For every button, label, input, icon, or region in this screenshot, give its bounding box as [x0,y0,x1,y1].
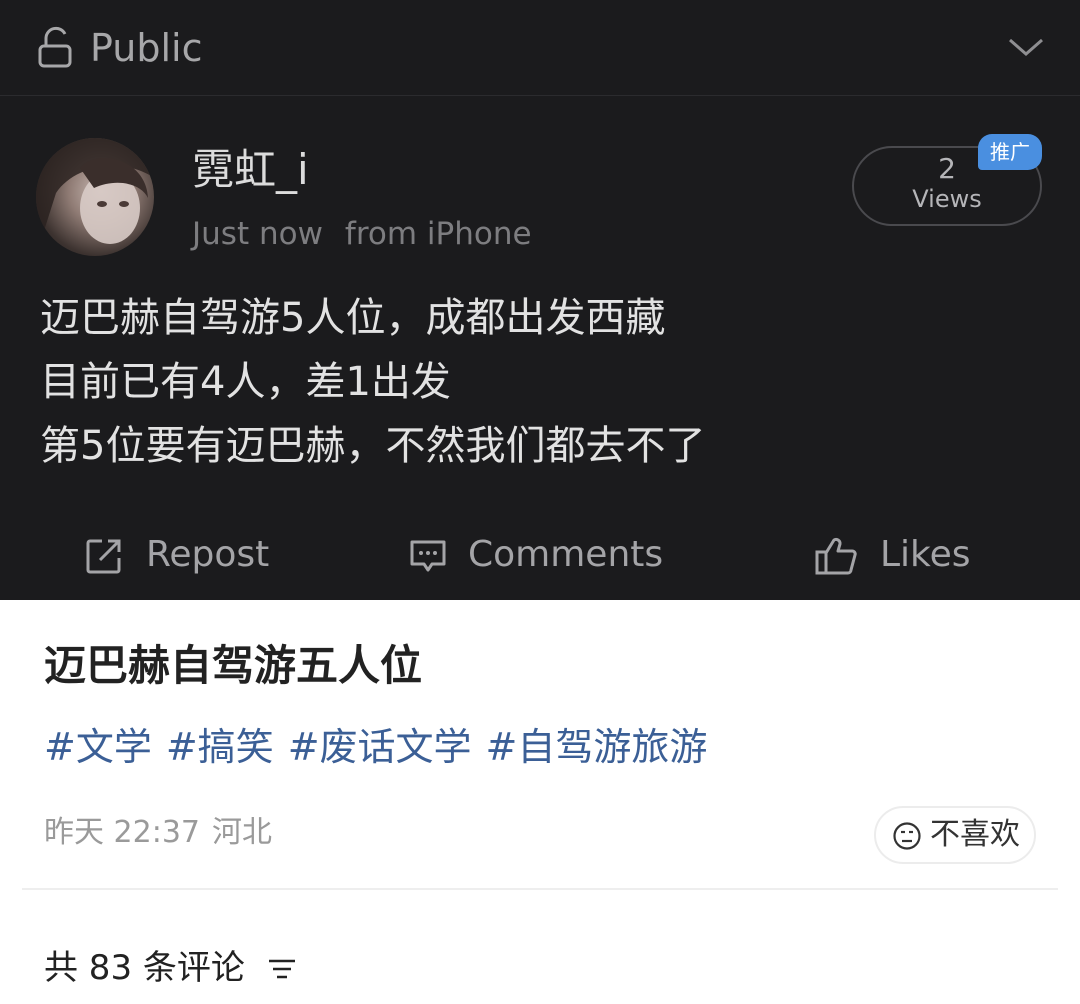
avatar[interactable] [36,138,154,256]
post-line: 目前已有4人，差1出发 [40,359,451,405]
chevron-down-icon[interactable] [1006,34,1046,60]
post-text: 迈巴赫自驾游5人位，成都出发西藏 目前已有4人，差1出发 第5位要有迈巴赫，不然… [40,286,1040,478]
post-card: Public 霓虹_i Just now from iPhone 2 Views … [0,0,1080,600]
likes-button[interactable]: Likes [814,532,1004,578]
comment-icon [410,540,446,572]
tag-link[interactable]: #搞笑 [166,725,274,769]
repost-button[interactable]: Repost [84,532,304,578]
post-line: 迈巴赫自驾游5人位，成都出发西藏 [40,295,666,341]
tag-link[interactable]: #废话文学 [288,725,472,769]
post-line: 第5位要有迈巴赫，不然我们都去不了 [40,423,706,469]
dislike-label: 不喜欢 [930,817,1020,852]
lock-open-icon [38,26,72,68]
username[interactable]: 霓虹_i [192,144,309,196]
comments-button[interactable]: Comments [408,532,688,578]
frown-face-icon [893,822,921,850]
post-meta: Just now from iPhone [192,214,532,254]
visibility-label: Public [90,26,203,70]
post-action-bar: Repost Comments Likes [0,516,1080,592]
note-meta: 昨天 22:37 河北 [44,812,272,854]
note-date: 昨天 22:37 [44,815,200,850]
comments-count: 共 83 条评论 [44,948,245,988]
tag-link[interactable]: #文学 [44,725,152,769]
visibility-bar[interactable]: Public [0,0,1080,96]
thumbs-up-icon [815,537,857,575]
note-location: 河北 [212,815,272,850]
repost-label: Repost [146,534,270,575]
dislike-button[interactable]: 不喜欢 [874,806,1036,864]
post-source: from iPhone [344,216,532,252]
tag-link[interactable]: #自驾游旅游 [486,725,708,769]
tag-list: #文学 #搞笑 #废话文学 #自驾游旅游 [44,720,721,774]
comments-label: Comments [468,534,664,575]
post-time: Just now [192,216,323,252]
views-label: Views [912,185,982,213]
promotion-badge[interactable]: 推广 [978,134,1042,170]
repost-icon [86,539,121,574]
avatar-image [36,138,154,256]
divider [22,888,1058,890]
note-title: 迈巴赫自驾游五人位 [44,641,423,690]
likes-label: Likes [880,534,971,575]
sort-icon[interactable] [266,956,298,984]
